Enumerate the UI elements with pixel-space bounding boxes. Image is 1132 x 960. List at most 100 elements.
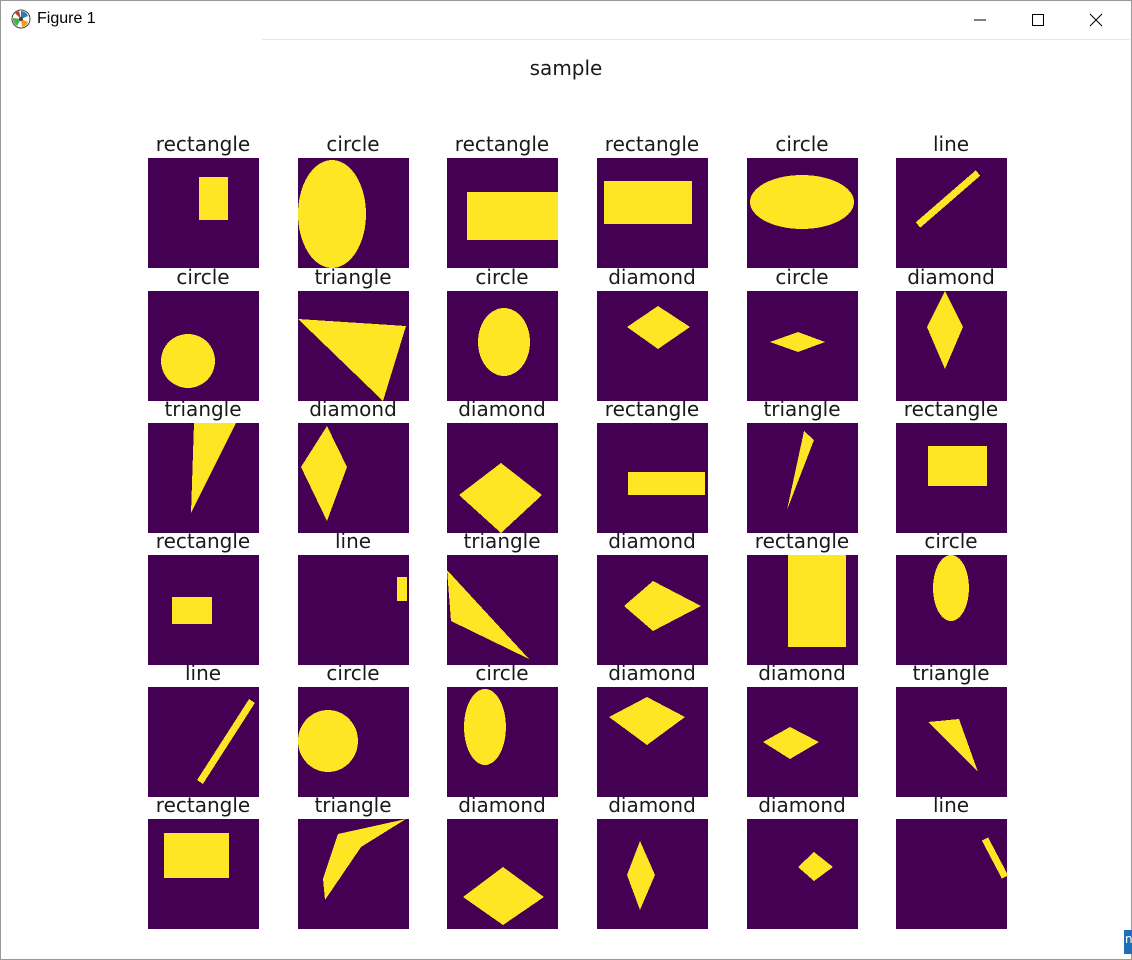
matplotlib-icon (11, 9, 31, 29)
subplot-image (148, 423, 259, 533)
subplot-image (148, 819, 259, 929)
subplot-title: triangle (763, 397, 841, 421)
subplot-background (597, 291, 708, 401)
shape-circle (478, 308, 530, 376)
shape-circle (298, 710, 358, 772)
subplot-image (447, 423, 558, 533)
subplot-image (148, 555, 259, 665)
subplot-title: circle (475, 661, 529, 685)
subplot-title: diamond (608, 529, 696, 553)
minimize-button[interactable] (951, 2, 1009, 38)
subplot-image (896, 819, 1009, 929)
subplot-image (597, 819, 708, 929)
subplot-image (747, 687, 858, 797)
subplot-title: triangle (912, 661, 990, 685)
subplot-title: diamond (758, 661, 846, 685)
shape-rectangle (467, 192, 558, 240)
shape-line (397, 577, 407, 601)
shape-circle (464, 689, 506, 765)
subplot-image (896, 291, 1007, 401)
subplot-image (298, 158, 409, 268)
shape-circle (933, 555, 969, 621)
shape-rectangle (928, 446, 987, 486)
shape-rectangle (172, 597, 212, 624)
subplot-image (597, 158, 708, 268)
maximize-icon (1032, 14, 1044, 26)
subplot-title: circle (475, 265, 529, 289)
subplot-title: circle (775, 265, 829, 289)
subplot-image (447, 819, 558, 929)
maximize-button[interactable] (1009, 2, 1067, 38)
subplot-image (447, 291, 558, 401)
subplot-image (747, 158, 858, 268)
close-icon (1089, 13, 1103, 27)
shape-rectangle (199, 177, 228, 220)
subplot-title: diamond (907, 265, 995, 289)
subplot-title: line (334, 529, 372, 553)
subplot-title: triangle (463, 529, 541, 553)
subplot-image (896, 555, 1007, 665)
subplot-background (896, 158, 1007, 268)
shape-circle (298, 160, 366, 268)
subplot-image (597, 423, 708, 533)
subplot-title: circle (775, 132, 829, 156)
subplot-title: rectangle (155, 793, 251, 817)
subplot-image (148, 291, 259, 401)
subplot-image (298, 555, 409, 665)
subplot-title: triangle (164, 397, 242, 421)
subplot-background (747, 819, 858, 929)
subplot-image (747, 423, 858, 533)
minimize-icon (974, 19, 986, 21)
subplot-image (298, 819, 409, 929)
subplot-title: rectangle (155, 529, 251, 553)
subplot-title: rectangle (754, 529, 850, 553)
shape-circle (161, 334, 215, 388)
subplot-title: diamond (608, 793, 696, 817)
title-separator (262, 39, 1130, 40)
title-bar[interactable]: Figure 1 (1, 1, 1131, 39)
subplot-title: triangle (314, 265, 392, 289)
subplot-image (747, 555, 858, 665)
subplot-title: diamond (309, 397, 397, 421)
subplot-image (447, 687, 558, 797)
subplot-image (597, 555, 708, 665)
subplot-title: circle (326, 132, 380, 156)
subplot-title: circle (326, 661, 380, 685)
shape-circle (750, 175, 854, 229)
subplot-image (298, 291, 409, 401)
shape-rectangle (164, 833, 229, 878)
subplot-image (298, 687, 409, 797)
subplot-image (896, 423, 1007, 533)
subplot-title: rectangle (454, 132, 550, 156)
shape-rectangle (604, 181, 692, 224)
window-title: Figure 1 (37, 10, 96, 27)
shape-rectangle (788, 555, 846, 647)
right-edge-text: n (1125, 932, 1132, 946)
subplot-image (747, 819, 858, 929)
subplot-image (447, 158, 558, 268)
subplot-image (896, 687, 1007, 797)
subplot-title: diamond (458, 397, 546, 421)
subplot-title: rectangle (155, 132, 251, 156)
subplot-title: circle (924, 529, 978, 553)
subplot-image (597, 291, 708, 401)
subplot-title: diamond (758, 793, 846, 817)
shape-rectangle (628, 472, 705, 495)
subplot-title: diamond (458, 793, 546, 817)
subplot-title: rectangle (604, 397, 700, 421)
subplot-title: rectangle (604, 132, 700, 156)
subplot-image (447, 555, 558, 665)
subplot-image (148, 158, 259, 268)
subplot-image (896, 158, 1007, 268)
subplot-title: line (932, 132, 970, 156)
subplot-title: line (932, 793, 970, 817)
figure-title: sample (529, 56, 603, 80)
subplot-title: circle (176, 265, 230, 289)
subplot-image (298, 423, 409, 533)
subplot-image (747, 291, 858, 401)
close-button[interactable] (1067, 2, 1125, 38)
subplot-image (148, 687, 259, 797)
subplot-background (896, 819, 1007, 929)
subplot-title: triangle (314, 793, 392, 817)
subplot-title: diamond (608, 661, 696, 685)
